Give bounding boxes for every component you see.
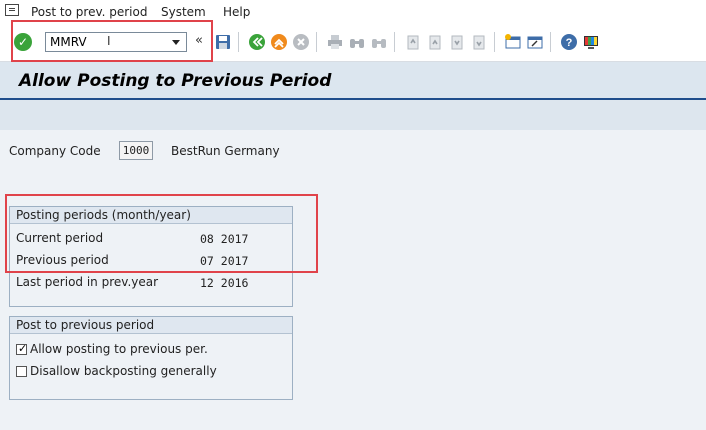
annotation-highlight-periods bbox=[5, 194, 318, 273]
menu-item-help[interactable]: Help bbox=[223, 5, 250, 19]
print-icon[interactable] bbox=[326, 33, 344, 51]
application-toolbar bbox=[0, 100, 706, 130]
allow-posting-label[interactable]: Allow posting to previous per. bbox=[30, 342, 208, 356]
group-title: Post to previous period bbox=[16, 318, 155, 332]
new-session-icon[interactable] bbox=[504, 33, 522, 51]
toolbar-separator bbox=[494, 32, 495, 52]
post-to-previous-period-group: Post to previous period bbox=[9, 316, 293, 400]
shortcut-icon[interactable] bbox=[526, 33, 544, 51]
disallow-backposting-label[interactable]: Disallow backposting generally bbox=[30, 364, 217, 378]
save-icon[interactable] bbox=[214, 33, 232, 51]
toolbar-separator bbox=[394, 32, 395, 52]
company-name: BestRun Germany bbox=[171, 144, 280, 158]
toolbar-separator bbox=[316, 32, 317, 52]
group-header: Post to previous period bbox=[10, 317, 292, 334]
help-icon[interactable]: ? bbox=[560, 33, 578, 51]
last-period-prev-year-label: Last period in prev.year bbox=[16, 275, 159, 289]
back-icon[interactable] bbox=[248, 33, 266, 51]
cancel-icon[interactable] bbox=[292, 33, 310, 51]
exit-icon[interactable] bbox=[270, 33, 288, 51]
toolbar-separator bbox=[550, 32, 551, 52]
company-code-field[interactable]: 1000 bbox=[119, 141, 153, 160]
menu-item-post-to-prev-period[interactable]: Post to prev. period bbox=[31, 5, 147, 19]
svg-text:?: ? bbox=[566, 37, 573, 49]
previous-page-icon[interactable] bbox=[426, 33, 444, 51]
layout-icon[interactable] bbox=[582, 33, 600, 51]
find-icon[interactable] bbox=[348, 33, 366, 51]
last-period-prev-year-value: 12 2016 bbox=[200, 276, 249, 290]
company-code-label: Company Code bbox=[9, 144, 101, 158]
last-page-icon[interactable] bbox=[470, 33, 488, 51]
allow-posting-checkbox[interactable]: ✓ bbox=[16, 342, 28, 355]
next-page-icon[interactable] bbox=[448, 33, 466, 51]
page-title: Allow Posting to Previous Period bbox=[19, 71, 332, 91]
toolbar-separator bbox=[238, 32, 239, 52]
checkmark-icon: ✓ bbox=[18, 342, 28, 355]
menu-icon[interactable] bbox=[5, 4, 19, 16]
disallow-backposting-checkbox[interactable] bbox=[16, 366, 27, 377]
menu-item-system[interactable]: System bbox=[161, 5, 206, 19]
first-page-icon[interactable] bbox=[404, 33, 422, 51]
find-next-icon[interactable] bbox=[370, 33, 388, 51]
annotation-highlight-command bbox=[11, 20, 213, 62]
